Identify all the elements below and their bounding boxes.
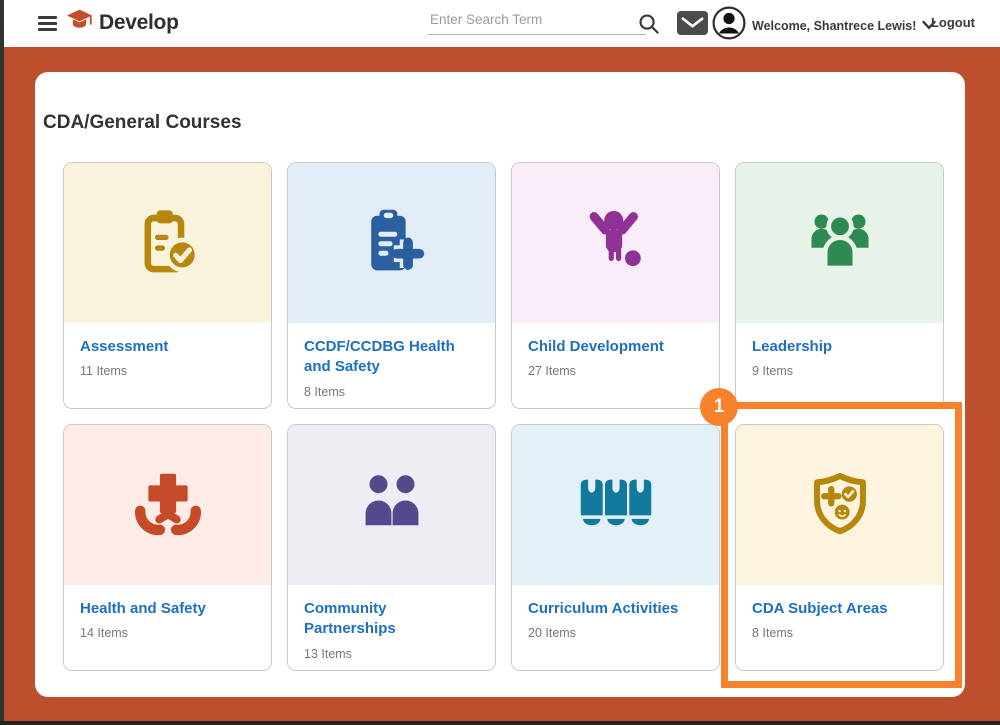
card-item-count: 27 Items <box>528 364 703 378</box>
card-item-count: 9 Items <box>752 364 927 378</box>
people-group-icon <box>802 205 878 281</box>
card-community-partnerships[interactable]: Community Partnerships 13 Items <box>287 424 496 671</box>
card-item-count: 11 Items <box>80 364 255 378</box>
card-tint-area <box>288 163 495 323</box>
page: Develop Welcome, <box>0 0 1000 725</box>
card-tint-area <box>736 163 943 323</box>
welcome-text: Welcome, Shantrece Lewis! <box>752 19 916 33</box>
card-item-count: 8 Items <box>304 385 479 399</box>
card-item-count: 20 Items <box>528 626 703 640</box>
search-input[interactable] <box>428 9 646 35</box>
card-assessment[interactable]: Assessment 11 Items <box>63 162 272 409</box>
card-tint-area <box>512 425 719 585</box>
mail-icon[interactable] <box>677 11 708 38</box>
card-curriculum-activities[interactable]: Curriculum Activities 20 Items <box>511 424 720 671</box>
card-leadership[interactable]: Leadership 9 Items <box>735 162 944 409</box>
card-item-count: 13 Items <box>304 647 479 661</box>
card-title: Leadership <box>752 337 927 357</box>
clipboard-check-icon <box>130 205 206 281</box>
brand-logo[interactable]: Develop <box>66 8 179 38</box>
card-cda-subject-areas[interactable]: CDA Subject Areas 8 Items <box>735 424 944 671</box>
user-menu[interactable]: Welcome, Shantrece Lewis! <box>712 6 936 45</box>
card-title: CCDF/CCDBG Health and Safety <box>304 337 479 378</box>
card-item-count: 8 Items <box>752 626 927 640</box>
brand-name: Develop <box>99 11 179 35</box>
card-tint-area <box>64 163 271 323</box>
shield-badge-icon <box>805 470 875 540</box>
card-title: Child Development <box>528 337 703 357</box>
hamburger-menu-icon[interactable] <box>38 16 57 35</box>
card-tint-area <box>64 425 271 585</box>
search-field-wrap <box>428 9 642 35</box>
avatar <box>712 6 746 45</box>
child-icon <box>580 207 652 279</box>
window-bottom-edge <box>0 721 1000 725</box>
card-title: CDA Subject Areas <box>752 599 927 619</box>
top-navigation-bar: Develop Welcome, <box>0 0 1000 47</box>
card-title: Health and Safety <box>80 599 255 619</box>
graduation-cap-icon <box>66 8 93 38</box>
clipboard-plus-icon <box>354 205 430 281</box>
card-tint-area <box>512 163 719 323</box>
window-left-edge <box>0 0 4 725</box>
card-title: Community Partnerships <box>304 599 479 640</box>
books-icon <box>579 468 653 542</box>
card-title: Curriculum Activities <box>528 599 703 619</box>
page-title: CDA/General Courses <box>43 112 242 134</box>
search-icon[interactable] <box>637 12 660 38</box>
card-tint-area <box>736 425 943 585</box>
card-ccdf-ccdbg-health-and-safety[interactable]: CCDF/CCDBG Health and Safety 8 Items <box>287 162 496 409</box>
course-grid: Assessment 11 Items CCDF/CCDBG Hea <box>63 162 944 671</box>
card-title: Assessment <box>80 337 255 357</box>
card-item-count: 14 Items <box>80 626 255 640</box>
hands-cross-icon <box>131 468 205 542</box>
logout-button[interactable]: Logout <box>931 15 975 30</box>
card-health-and-safety[interactable]: Health and Safety 14 Items <box>63 424 272 671</box>
two-people-icon <box>356 469 428 541</box>
card-tint-area <box>288 425 495 585</box>
card-child-development[interactable]: Child Development 27 Items <box>511 162 720 409</box>
